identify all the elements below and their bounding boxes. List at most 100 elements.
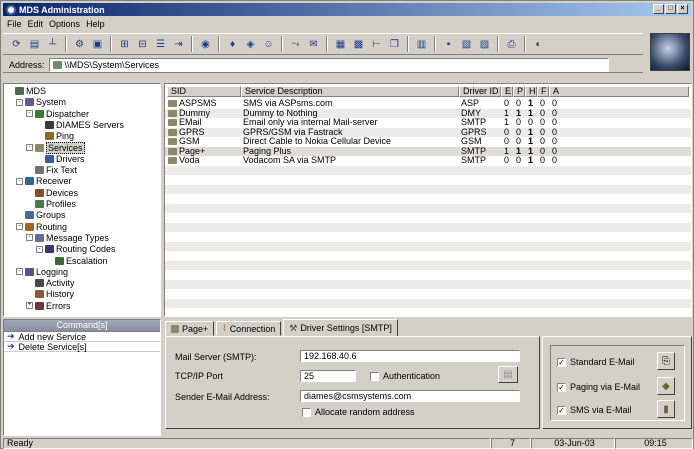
column-header-e[interactable]: E <box>501 86 513 97</box>
close-button[interactable]: × <box>677 4 688 14</box>
tree-item[interactable]: History <box>26 289 74 299</box>
groups-tool-icon[interactable]: ◉ <box>198 37 213 52</box>
delete-service-command[interactable]: ➔ Delete Service[s] <box>4 341 160 352</box>
export-icon[interactable]: ⇥ <box>171 37 186 52</box>
standard-email-checkbox[interactable]: ✓ Standard E-Mail <box>557 357 635 367</box>
column-header-f[interactable]: F <box>537 86 549 97</box>
collapse-icon[interactable]: - <box>26 144 33 151</box>
profiles-tool-icon[interactable]: ◈ <box>243 37 258 52</box>
column-header-h[interactable]: H <box>525 86 537 97</box>
authentication-checkbox[interactable]: Authentication <box>370 371 440 381</box>
collapse-icon[interactable]: - <box>36 245 43 253</box>
errors-icon <box>35 301 44 310</box>
grid-icon[interactable]: ▩ <box>351 37 366 52</box>
tree-item[interactable]: Drivers <box>36 154 85 164</box>
users-tool-icon[interactable]: ☺ <box>261 37 276 52</box>
cell-h: 0 <box>528 117 534 127</box>
tree-item[interactable]: MDS <box>6 86 46 96</box>
minimize-button[interactable]: _ <box>653 4 664 14</box>
address-field[interactable]: \\MDS\System\Services <box>48 57 609 72</box>
column-header-driver-id[interactable]: Driver ID <box>459 86 501 97</box>
collapse-icon[interactable]: - <box>16 268 23 276</box>
table-row[interactable]: GSM Direct Cable to Nokia Cellular Device… <box>165 137 691 146</box>
collapse-icon[interactable]: - <box>26 110 33 118</box>
sms-email-checkbox[interactable]: ✓ SMS via E-Mail <box>557 405 632 415</box>
allocate-random-checkbox[interactable]: Allocate random address <box>302 407 415 417</box>
collapse-icon[interactable]: - <box>16 98 23 106</box>
log-icon[interactable]: ▥ <box>414 37 429 52</box>
message-types-tool-icon[interactable]: ✉ <box>306 37 321 52</box>
column-header-sid[interactable]: SID <box>167 86 241 97</box>
tree-item-label: Routing Codes <box>56 244 116 255</box>
add-service-command[interactable]: ➔ Add new Service <box>4 331 160 342</box>
menu-file[interactable]: File <box>7 19 22 29</box>
tree-item[interactable]: Devices <box>26 188 78 198</box>
auth-settings-button[interactable]: ▤ <box>498 366 518 383</box>
tree-item[interactable]: - System <box>16 97 66 107</box>
mail-server-input[interactable]: 192.168.40.6 <box>300 350 520 362</box>
tree-item[interactable]: Fix Text <box>26 165 77 175</box>
tree-item[interactable]: DIAMES Servers <box>36 120 124 130</box>
sms-email-button[interactable]: ▮ <box>657 400 675 418</box>
maximize-button[interactable]: □ <box>665 4 676 14</box>
tree-item[interactable]: - Routing Codes <box>36 244 116 254</box>
receiver-tool-icon[interactable]: ♦ <box>225 37 240 52</box>
port-input[interactable]: 25 <box>300 370 356 382</box>
tree-item[interactable]: Ping <box>36 131 74 141</box>
tree-item[interactable]: - Routing <box>16 222 67 232</box>
services-tool-icon[interactable]: ⚙ <box>72 37 87 52</box>
tree-item[interactable]: Groups <box>16 210 66 220</box>
copy-icon[interactable]: ❐ <box>387 37 402 52</box>
collapse-icon[interactable]: - <box>16 177 23 185</box>
excel-icon[interactable]: ▨ <box>477 37 492 52</box>
title-bar[interactable]: MDS Administration _ □ × <box>3 3 691 16</box>
tree-item[interactable]: - Dispatcher <box>26 109 89 119</box>
tree-item[interactable]: Escalation <box>46 256 108 266</box>
table-row[interactable]: ASPSMS SMS via ASPsms.com ASP 0 0 1 0 0 <box>165 99 691 108</box>
table-icon[interactable]: ▦ <box>333 37 348 52</box>
list-icon[interactable]: ☰ <box>153 37 168 52</box>
print-icon[interactable]: ⎙ <box>504 37 519 52</box>
tree-icon[interactable]: ⊢ <box>369 37 384 52</box>
port-label: TCP/IP Port <box>175 371 223 381</box>
collapse-icon[interactable]: - <box>26 234 33 242</box>
tree-item[interactable]: - Services <box>26 141 85 154</box>
table-row[interactable]: EMail Email only via internal Mail-server… <box>165 118 691 127</box>
table-row[interactable]: Voda Vodacom SA via SMTP SMTP 0 0 1 0 0 <box>165 156 691 165</box>
tab-connection[interactable]: ⌇ Connection <box>216 321 282 336</box>
column-header-p[interactable]: P <box>513 86 525 97</box>
standard-email-button[interactable]: ⎘ <box>657 352 675 370</box>
tree-item[interactable]: - Receiver <box>16 176 72 186</box>
network-icon[interactable]: ⊞ <box>117 37 132 52</box>
navigation-tree[interactable]: MDS - System - Dispatcher DIAMES Servers Ping -… <box>3 83 161 317</box>
sender-address-input[interactable]: diames@csmsystems.com <box>300 390 520 402</box>
devices-tool-icon[interactable]: ⊟ <box>135 37 150 52</box>
routing-tool-icon[interactable]: ⤳ <box>288 37 303 52</box>
tree-item[interactable]: Profiles <box>26 199 76 209</box>
paging-email-button[interactable]: ◆ <box>657 377 675 395</box>
save-icon[interactable]: ▪ <box>441 37 456 52</box>
tree-item[interactable]: - Logging <box>16 267 68 277</box>
checkbox-label: SMS via E-Mail <box>570 405 632 415</box>
ping-tool-icon[interactable]: ┴ <box>45 37 60 52</box>
tree-item[interactable]: Activity <box>26 278 75 288</box>
tab-service[interactable]: Page+ <box>165 321 215 336</box>
status-time: 09:15 <box>615 438 693 449</box>
tree-item[interactable]: - Message Types <box>26 233 109 243</box>
menu-edit[interactable]: Edit <box>28 19 44 29</box>
refresh-icon[interactable]: ⟳ <box>9 37 24 52</box>
column-header-a[interactable]: A <box>549 86 689 97</box>
menu-options[interactable]: Options <box>49 19 80 29</box>
expand-icon[interactable]: + <box>26 302 33 310</box>
help-icon[interactable]: ◐ <box>531 37 546 52</box>
chart-icon[interactable]: ▧ <box>459 37 474 52</box>
tab-driver-settings[interactable]: ⚒ Driver Settings [SMTP] <box>283 319 398 336</box>
tree-item[interactable]: + Errors <box>26 301 71 311</box>
menu-help[interactable]: Help <box>86 19 105 29</box>
drivers-tool-icon[interactable]: ▣ <box>90 37 105 52</box>
connect-icon[interactable]: ▤ <box>27 37 42 52</box>
services-list[interactable]: SID Service Description Driver ID E P H … <box>164 83 692 317</box>
paging-email-checkbox[interactable]: ✓ Paging via E-Mail <box>557 382 640 392</box>
collapse-icon[interactable]: - <box>16 223 23 231</box>
column-header-description[interactable]: Service Description <box>241 86 459 97</box>
